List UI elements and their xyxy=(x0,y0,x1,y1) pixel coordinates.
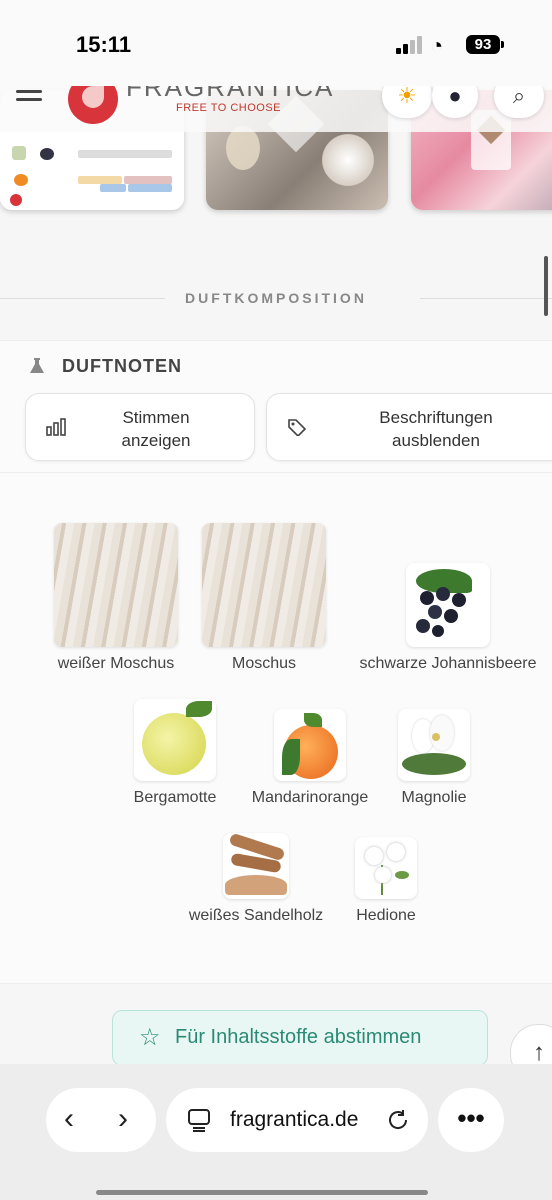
reader-icon[interactable] xyxy=(188,1108,210,1132)
note-item[interactable]: Magnolie xyxy=(384,709,484,807)
forward-icon[interactable]: › xyxy=(118,1102,128,1136)
star-icon: ☆ xyxy=(139,1024,161,1051)
sandalwood-image xyxy=(223,833,289,899)
mandarin-image xyxy=(274,709,346,781)
fur-image xyxy=(202,523,326,647)
home-indicator[interactable] xyxy=(96,1190,428,1195)
battery-icon: 93 xyxy=(466,35,500,54)
magnolia-image xyxy=(398,709,470,781)
note-name: Moschus xyxy=(231,655,297,672)
reload-icon[interactable] xyxy=(386,1108,410,1132)
note-item[interactable]: Mandarinorange xyxy=(212,709,408,807)
logo-tagline: FREE TO CHOOSE xyxy=(176,102,282,114)
notes-panel: DUFTNOTEN Stimmen anzeigen Beschriftunge… xyxy=(0,340,552,984)
status-bar: 15:11 ◔ 93 xyxy=(0,0,552,86)
note-item[interactable]: weißes Sandelholz xyxy=(170,833,342,925)
note-name: Magnolie xyxy=(401,789,467,806)
wifi-icon: ◔ xyxy=(430,33,444,58)
hide-labels-label: Beschriftungen ausblenden xyxy=(379,408,493,450)
show-votes-label: Stimmen anzeigen xyxy=(121,408,191,450)
scrollbar[interactable] xyxy=(544,256,548,316)
search-icon: ⌕ xyxy=(512,83,526,108)
notes-header: DUFTNOTEN xyxy=(28,356,182,377)
blackcurrant-image xyxy=(406,563,490,647)
note-item[interactable]: schwarze Johannisbeere xyxy=(345,563,551,673)
bergamot-image xyxy=(134,699,216,781)
note-item[interactable]: weißer Moschus xyxy=(46,523,186,673)
show-votes-button[interactable]: Stimmen anzeigen xyxy=(25,393,255,461)
section-title: DUFTKOMPOSITION xyxy=(185,290,367,306)
arrow-up-icon: ↑ xyxy=(533,1039,545,1066)
note-name: schwarze Johannisbeere xyxy=(359,655,537,672)
fur-image xyxy=(54,523,178,647)
vote-ingredients-button[interactable]: ☆ Für Inhaltsstoffe abstimmen xyxy=(112,1010,488,1066)
more-button[interactable]: ••• xyxy=(438,1088,504,1152)
browser-toolbar: ‹ › fragrantica.de ••• xyxy=(0,1064,552,1200)
jasmine-image xyxy=(355,837,417,899)
notes-title: DUFTNOTEN xyxy=(62,356,182,376)
panel-divider xyxy=(0,472,552,473)
url-text[interactable]: fragrantica.de xyxy=(230,1108,358,1132)
cellular-signal-icon xyxy=(396,36,424,54)
bar-chart-icon xyxy=(46,418,66,436)
flask-icon xyxy=(30,358,44,373)
note-item[interactable]: Moschus xyxy=(194,523,334,673)
note-name: weißes Sandelholz xyxy=(188,907,324,924)
sun-icon: ☀ xyxy=(397,83,417,108)
battery-tip xyxy=(501,41,504,48)
address-bar[interactable]: fragrantica.de xyxy=(166,1088,428,1152)
note-name: Hedione xyxy=(356,907,416,924)
more-icon: ••• xyxy=(457,1103,485,1133)
tag-icon xyxy=(288,419,307,436)
note-name: Mandarinorange xyxy=(251,789,369,806)
note-item[interactable]: Hedione xyxy=(342,837,430,925)
moon-icon: ● xyxy=(448,83,462,108)
hide-labels-button[interactable]: Beschriftungen ausblenden xyxy=(266,393,552,461)
clock: 15:11 xyxy=(76,32,132,57)
back-icon[interactable]: ‹ xyxy=(64,1102,74,1136)
vote-label: Für Inhaltsstoffe abstimmen xyxy=(175,1026,422,1048)
nav-buttons: ‹ › xyxy=(46,1088,156,1152)
note-name: weißer Moschus xyxy=(57,655,175,672)
